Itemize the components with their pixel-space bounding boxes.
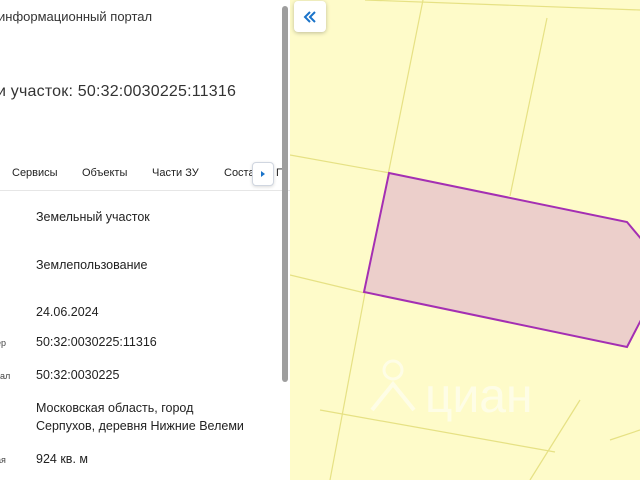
address-line-2: Серпухов, деревня Нижние Велеми [36,419,244,433]
panel-scrollbar[interactable] [282,6,288,382]
cadastral-number-label: ер [0,338,7,348]
date-value: 24.06.2024 [36,305,99,319]
cadastral-number-value: 50:32:0030225:11316 [36,335,157,349]
quarter-value: 50:32:0030225 [36,368,120,382]
quarter-label: тал [0,371,11,381]
selected-parcel[interactable] [362,171,640,349]
map-area[interactable]: циан [290,0,640,480]
tabs-next-button[interactable] [252,162,274,186]
tab-objects[interactable]: Объекты [82,167,127,179]
usage-value: Землепользование [36,258,148,272]
double-chevron-left-icon [303,11,316,23]
area-value: 924 кв. м [36,452,88,466]
collapse-panel-button[interactable] [294,1,326,32]
page-title: и участок: 50:32:0030225:11316 [0,83,237,100]
watermark-text: циан [425,370,533,423]
cadastral-map: циан [290,0,640,480]
portal-title: информационный портал [0,9,153,24]
info-panel: информационный портал и участок: 50:32:0… [0,0,290,480]
tab-bar: Сервисы Объекты Части ЗУ Соста [0,158,290,191]
tab-composition[interactable]: Соста [224,167,255,179]
tab-services[interactable]: Сервисы [12,167,58,179]
cian-logo-icon [370,359,416,412]
triangle-right-icon [261,171,265,177]
tab-parts[interactable]: Части ЗУ [152,167,199,179]
address-value: Московская область, город Серпухов, дере… [36,399,244,435]
area-label: ая [0,455,6,465]
address-line-1: Московская область, город [36,401,194,415]
object-type-value: Земельный участок [36,210,150,224]
